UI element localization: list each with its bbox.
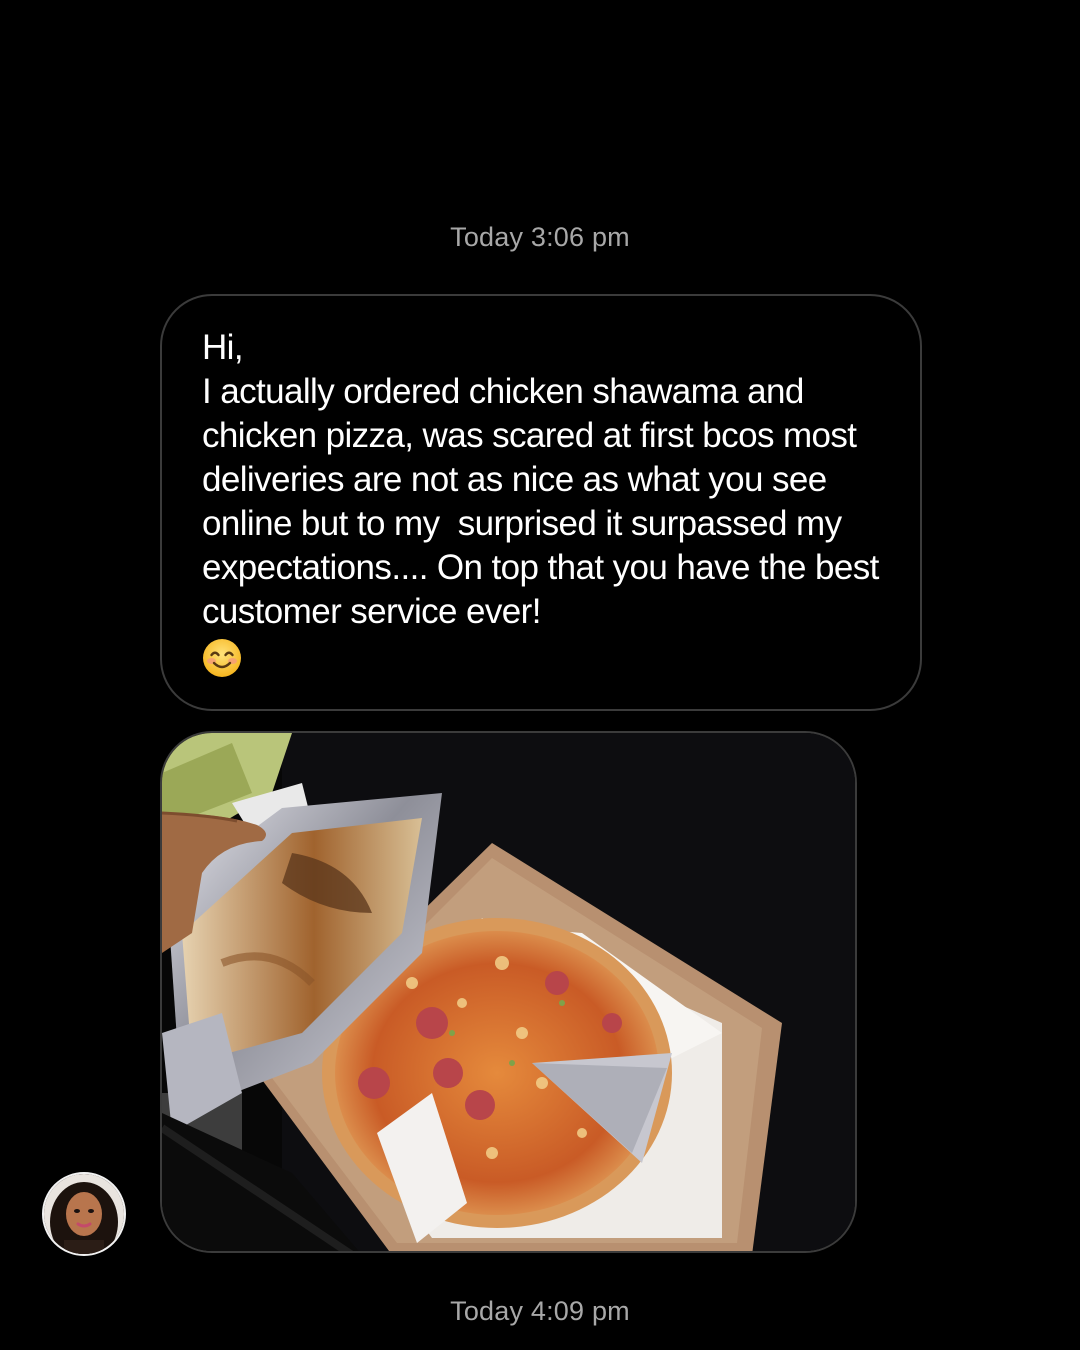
message-bubble[interactable]: Hi, I actually ordered chicken shawama a… — [160, 294, 922, 711]
timestamp: Today 4:09 pm — [450, 1296, 630, 1326]
smiling-face-icon — [203, 639, 241, 677]
sender-avatar[interactable] — [42, 1172, 126, 1256]
avatar-icon — [44, 1174, 124, 1254]
message-text: Hi, I actually ordered chicken shawama a… — [202, 328, 879, 631]
timestamp: Today 3:06 pm — [450, 222, 630, 252]
shawarma-in-foil-and-pizza-in-box-image[interactable] — [160, 731, 857, 1253]
chat-screen: Today 3:06 pm Hi, I actually ordered chi… — [0, 0, 1080, 1350]
